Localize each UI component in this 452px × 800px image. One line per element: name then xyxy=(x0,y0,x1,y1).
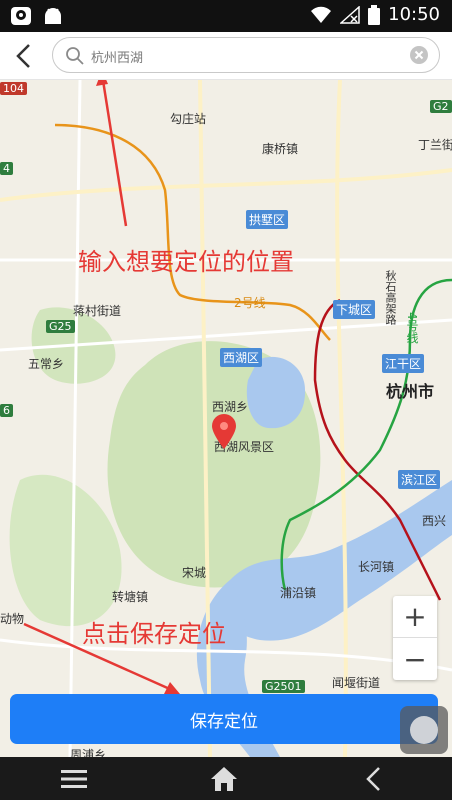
map-view[interactable]: 勾庄站 康桥镇 丁兰街 蒋村街道 五常乡 西湖乡 西湖风景区 宋城 转塘镇 浦沿… xyxy=(0,80,452,757)
search-text: 杭州西湖 xyxy=(91,51,144,66)
battery-icon xyxy=(368,4,381,25)
zoom-in-button[interactable]: + xyxy=(393,596,437,638)
app-notification-icon xyxy=(11,7,31,25)
navigation-bar xyxy=(0,757,452,800)
android-icon xyxy=(45,8,61,24)
wifi-icon xyxy=(311,6,332,23)
top-bar: 杭州西湖 xyxy=(0,32,452,80)
back-icon xyxy=(366,767,380,791)
clear-icon[interactable] xyxy=(409,45,429,65)
search-icon xyxy=(66,47,84,65)
back-button[interactable] xyxy=(8,40,40,72)
zoom-controls: + − xyxy=(393,596,437,680)
annotation-arrows xyxy=(23,80,180,694)
search-input[interactable]: 杭州西湖 xyxy=(52,37,440,73)
menu-button[interactable] xyxy=(58,763,90,795)
annotation-arrow-up xyxy=(101,80,128,227)
menu-icon xyxy=(61,770,87,788)
annotation-click-hint: 点击保存定位 xyxy=(82,620,226,648)
chevron-left-icon xyxy=(16,44,30,68)
home-button[interactable] xyxy=(208,763,240,795)
nav-back-button[interactable] xyxy=(358,763,390,795)
status-time: 10:50 xyxy=(388,4,440,25)
status-bar: 10:50 xyxy=(0,0,452,32)
floating-assistive-button[interactable] xyxy=(400,706,448,754)
no-signal-icon xyxy=(340,5,360,24)
save-location-button[interactable]: 保存定位 xyxy=(10,694,438,744)
home-icon xyxy=(211,767,237,791)
floating-ball-icon xyxy=(410,716,438,744)
zoom-out-button[interactable]: − xyxy=(393,638,437,680)
annotation-input-hint: 输入想要定位的位置 xyxy=(78,248,294,276)
